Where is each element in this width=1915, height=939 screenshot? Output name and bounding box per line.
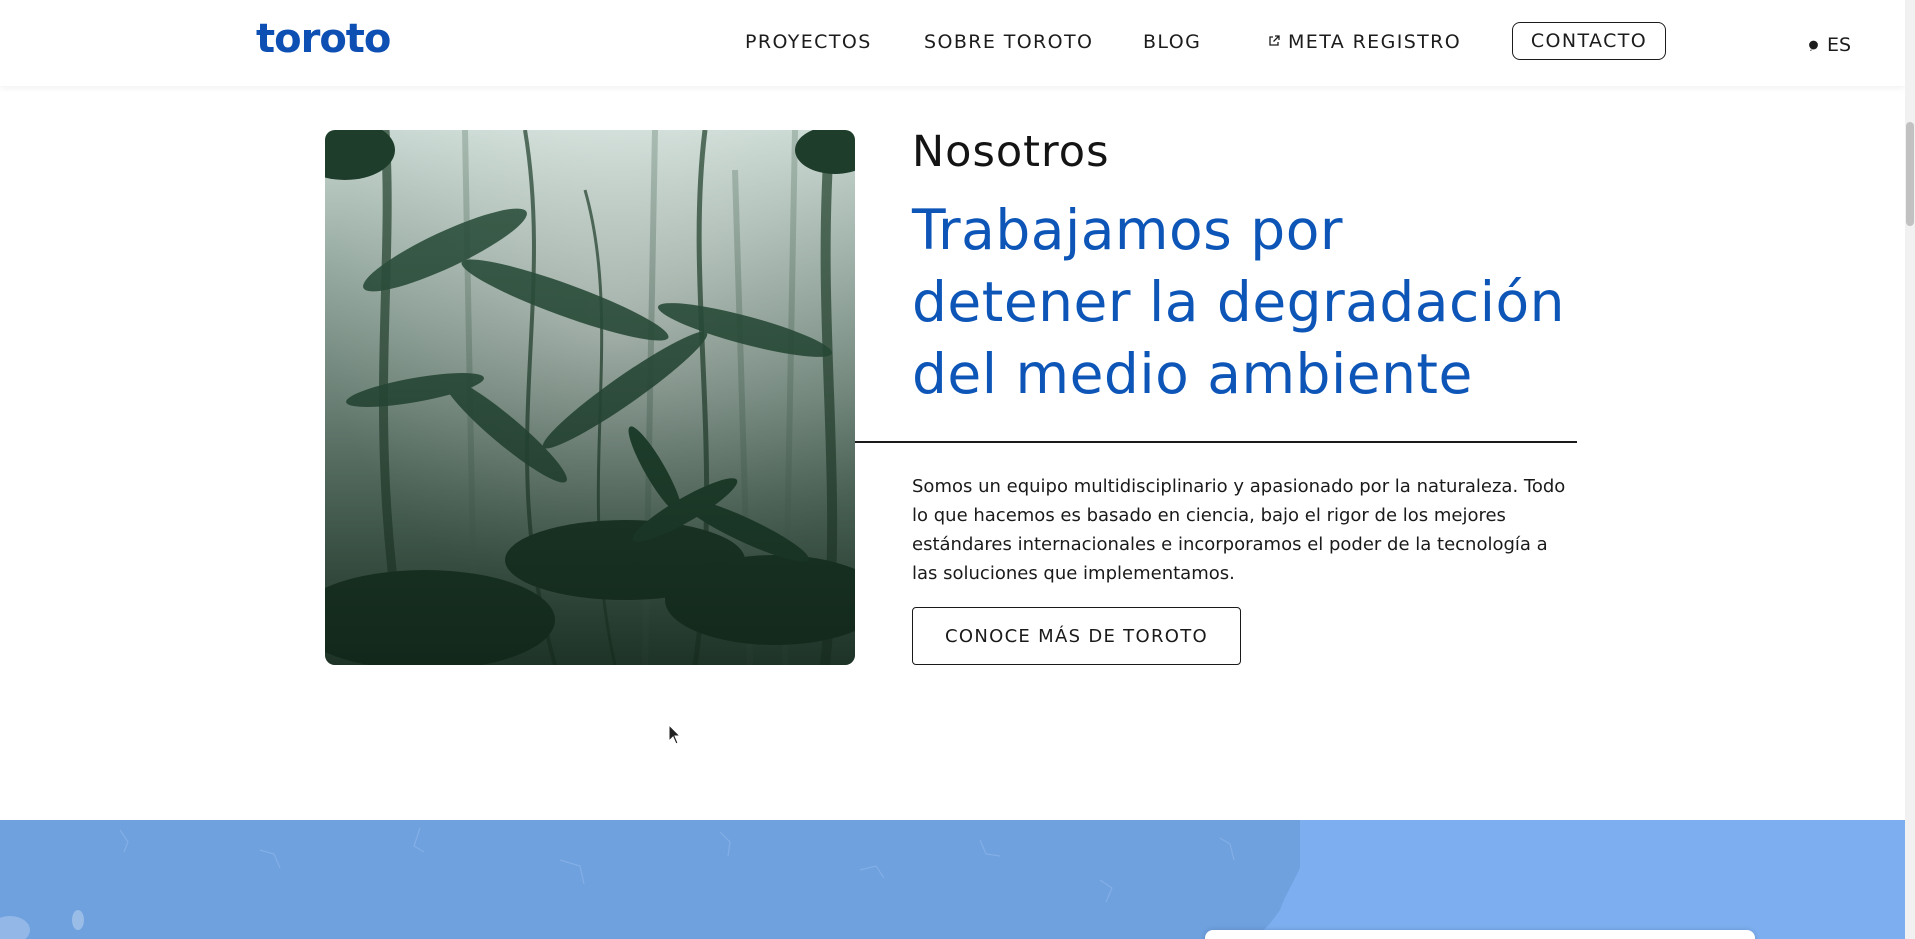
- globe-icon: [1809, 40, 1818, 51]
- language-label: ES: [1827, 34, 1852, 56]
- section-body: Somos un equipo multidisciplinario y apa…: [912, 476, 1566, 584]
- nav-blog[interactable]: BLOG: [1143, 30, 1201, 54]
- nav-meta-registro-label: META REGISTRO: [1288, 31, 1462, 53]
- rainforest-image: [325, 130, 855, 665]
- nav-sobre-toroto[interactable]: SOBRE TOROTO: [924, 30, 1093, 54]
- toroto-logo[interactable]: toroto: [256, 14, 391, 64]
- section-eyebrow: Nosotros: [912, 127, 1110, 177]
- mouse-cursor-icon: [668, 724, 682, 745]
- learn-more-button[interactable]: CONOCE MÁS DE TOROTO: [912, 607, 1241, 665]
- external-link-icon: [1269, 35, 1280, 46]
- nav-meta-registro[interactable]: META REGISTRO: [1268, 30, 1461, 54]
- nav-proyectos[interactable]: PROYECTOS: [745, 30, 872, 54]
- contact-button[interactable]: CONTACTO: [1512, 22, 1666, 60]
- map-section: [0, 820, 1905, 939]
- map-info-card: [1205, 930, 1755, 939]
- section-headline: Trabajamos por detener la degradación de…: [912, 198, 1566, 406]
- page: toroto PROYECTOS SOBRE TOROTO BLOG META …: [0, 0, 1915, 939]
- site-header: toroto PROYECTOS SOBRE TOROTO BLOG META …: [0, 0, 1905, 86]
- language-selector[interactable]: ES: [1808, 34, 1851, 56]
- section-divider: [855, 441, 1577, 443]
